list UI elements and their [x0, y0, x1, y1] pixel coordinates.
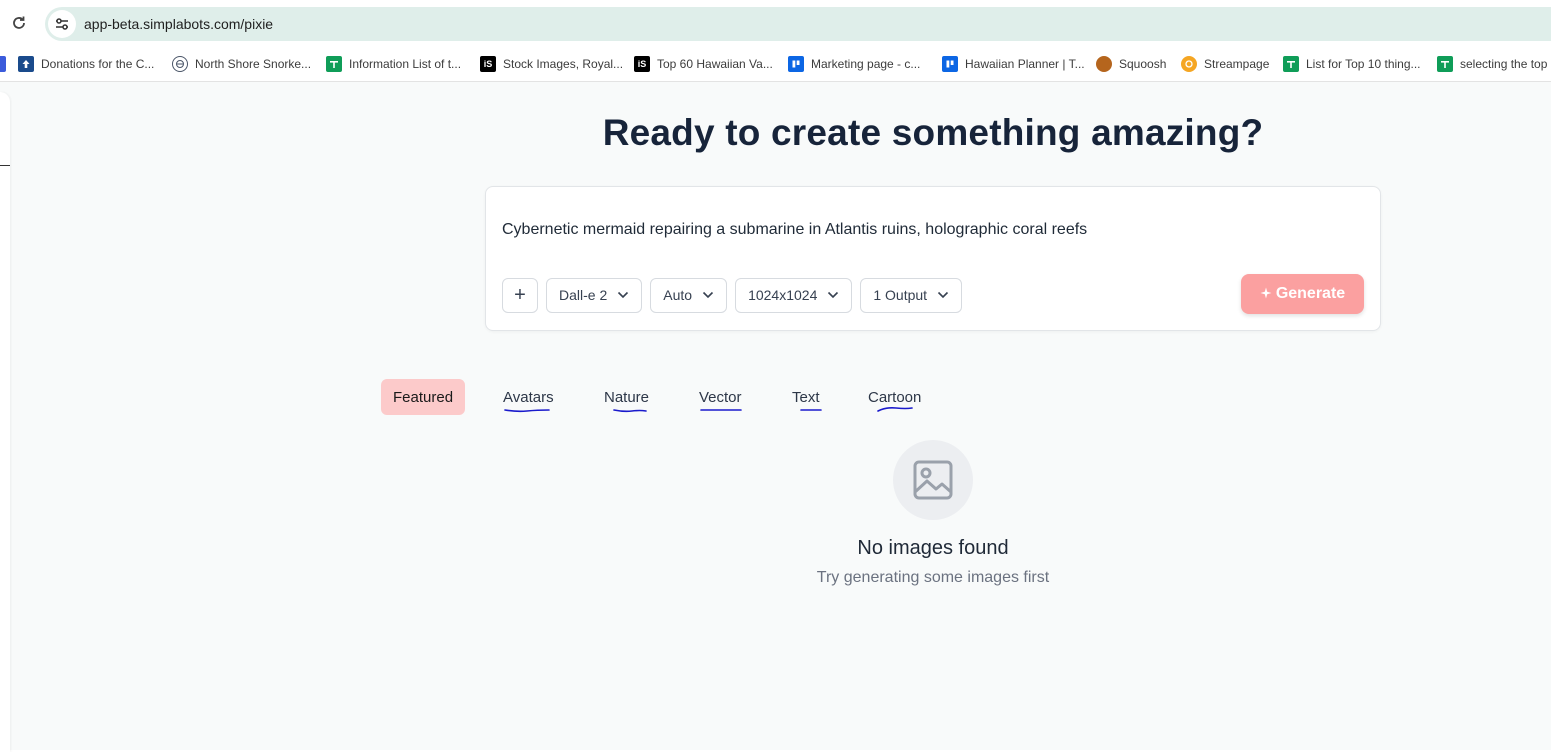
bookmark-information-list[interactable]: Information List of t...	[326, 55, 480, 72]
upload-arrow-icon	[18, 55, 34, 72]
empty-state-title: No images found	[857, 537, 1009, 559]
bookmark-north-shore[interactable]: North Shore Snorke...	[172, 55, 326, 72]
bookmark-list-top-10[interactable]: List for Top 10 thing...	[1283, 55, 1437, 72]
istock-icon: iS	[480, 55, 496, 72]
size-select-label: 1024x1024	[748, 287, 818, 303]
page-content: Ready to create something amazing? + Dal…	[0, 82, 1551, 752]
model-select-label: Dall-e 2	[559, 287, 608, 303]
site-settings-icon[interactable]	[48, 10, 76, 38]
sheets-icon	[1437, 55, 1453, 72]
generate-button[interactable]: Generate	[1241, 274, 1364, 314]
bookmark-top-60-hawaiian[interactable]: iS Top 60 Hawaiian Va...	[634, 55, 788, 72]
annotation-underline	[504, 409, 550, 413]
annotation-underline	[877, 407, 913, 412]
trello-icon	[788, 55, 804, 72]
istock-icon: iS	[634, 55, 650, 72]
output-count-label: 1 Output	[873, 287, 928, 303]
bookmark-donations[interactable]: Donations for the C...	[18, 55, 172, 72]
bookmark-selecting-the-top[interactable]: selecting the top	[1437, 55, 1547, 72]
address-bar[interactable]: app-beta.simplabots.com/pixie	[45, 7, 1551, 41]
annotation-underline	[800, 409, 822, 411]
annotation-underline	[700, 409, 742, 411]
chevron-down-icon	[827, 291, 839, 299]
image-icon	[893, 440, 973, 520]
tab-featured[interactable]: Featured	[381, 379, 466, 415]
prompt-input[interactable]	[502, 221, 1362, 239]
sheets-icon	[1283, 55, 1299, 72]
chevron-down-icon	[702, 291, 714, 299]
prompt-controls: + Dall-e 2 Auto 1024x1024 1 Output	[502, 277, 970, 313]
chevron-down-icon	[937, 291, 949, 299]
bookmark-item[interactable]	[0, 55, 13, 72]
bookmark-hawaiian-planner[interactable]: Hawaiian Planner | T...	[942, 55, 1096, 72]
sheets-icon	[326, 55, 342, 72]
model-select[interactable]: Dall-e 2	[546, 277, 643, 313]
bookmark-squoosh[interactable]: Squoosh	[1096, 55, 1181, 72]
bookmark-icon	[0, 55, 6, 72]
trello-icon	[942, 55, 958, 72]
bookmark-marketing-page[interactable]: Marketing page - c...	[788, 55, 942, 72]
bookmarks-bar: Donations for the C... North Shore Snork…	[0, 46, 1551, 82]
squoosh-icon	[1096, 55, 1112, 72]
bookmark-streampage[interactable]: Streampage	[1181, 55, 1283, 72]
url-text[interactable]: app-beta.simplabots.com/pixie	[84, 16, 273, 32]
output-count-select[interactable]: 1 Output	[860, 277, 963, 313]
sparkle-icon	[1260, 286, 1272, 302]
globe-icon	[172, 55, 188, 72]
size-select[interactable]: 1024x1024	[735, 277, 853, 313]
quality-select[interactable]: Auto	[650, 277, 728, 313]
add-button[interactable]: +	[502, 277, 538, 313]
divider	[0, 165, 10, 166]
streampage-icon	[1181, 55, 1197, 72]
reload-icon[interactable]	[10, 14, 28, 32]
quality-select-label: Auto	[663, 287, 693, 303]
browser-toolbar: app-beta.simplabots.com/pixie	[0, 0, 1551, 46]
chevron-down-icon	[617, 291, 629, 299]
empty-state-subtitle: Try generating some images first	[816, 569, 1050, 586]
prompt-card: + Dall-e 2 Auto 1024x1024 1 Outp	[485, 186, 1381, 331]
annotation-underline	[613, 409, 647, 413]
page-title: Ready to create something amazing?	[602, 112, 1264, 153]
bookmark-stock-images[interactable]: iS Stock Images, Royal...	[480, 55, 634, 72]
generate-label: Generate	[1275, 285, 1346, 302]
sidebar-edge	[0, 92, 10, 752]
